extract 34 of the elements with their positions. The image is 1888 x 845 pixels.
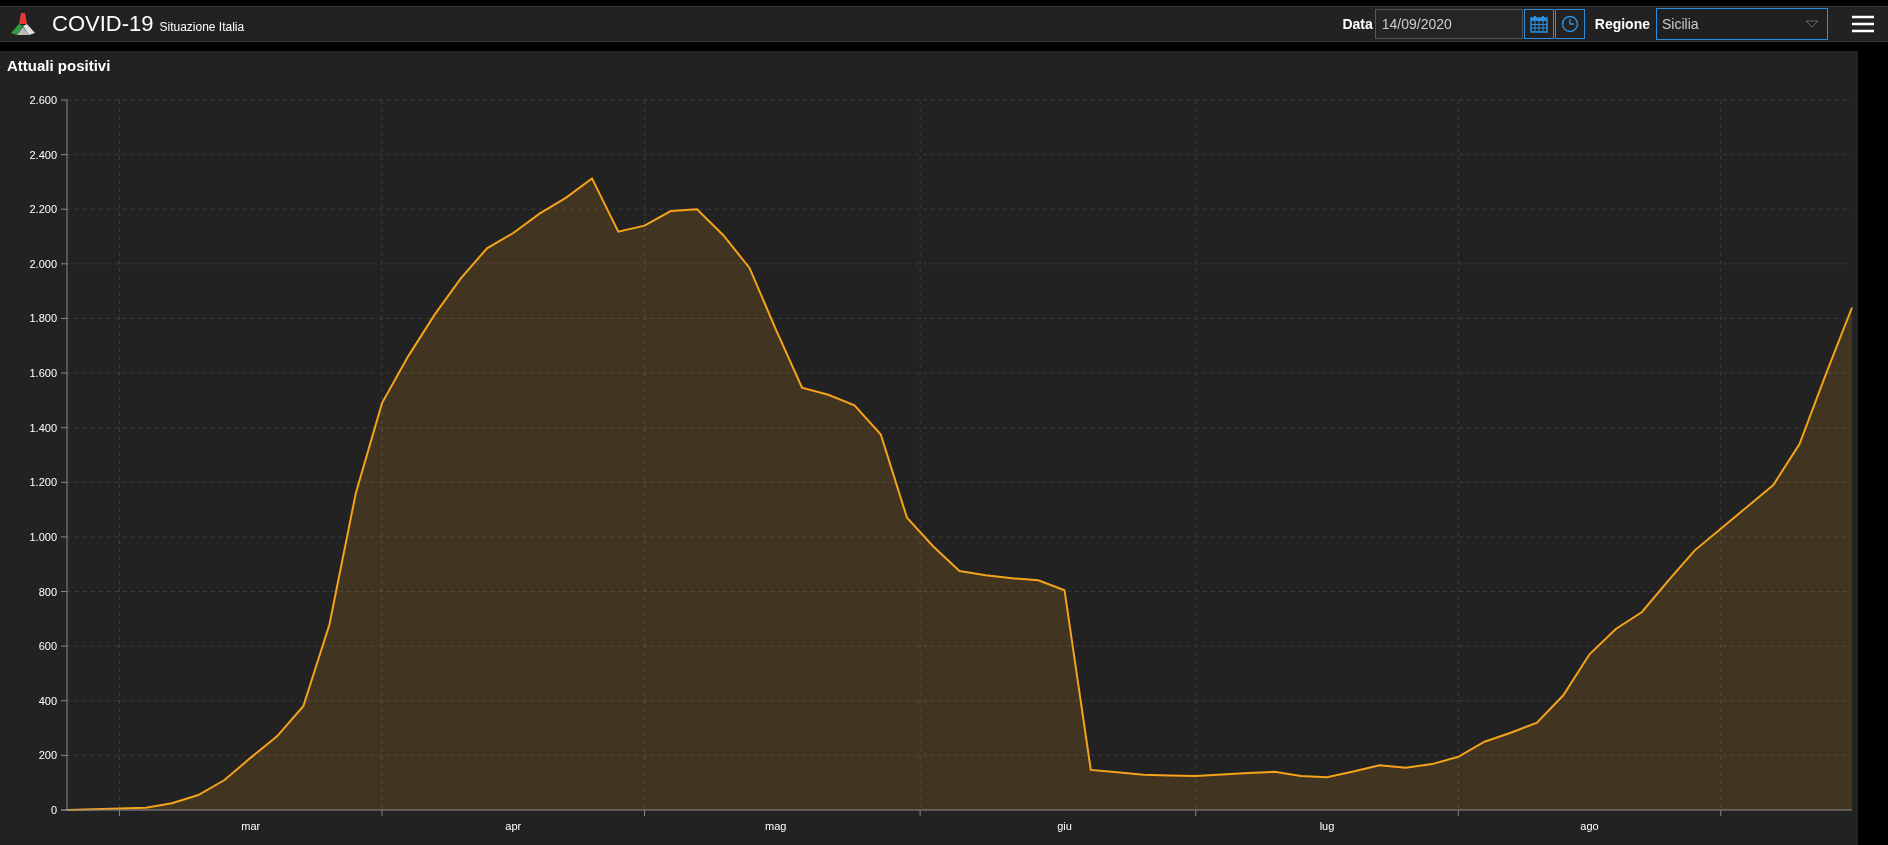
calendar-button[interactable] [1523, 9, 1554, 39]
y-tick-label: 1.000 [29, 530, 57, 543]
y-tick-label: 400 [38, 694, 57, 707]
date-label: Data [1342, 16, 1373, 32]
y-tick-label: 2.600 [29, 94, 57, 106]
y-tick-label: 600 [38, 640, 57, 653]
caret-icon [1805, 20, 1819, 28]
clock-icon [1560, 15, 1579, 33]
x-tick-label: apr [505, 820, 522, 832]
date-field[interactable]: 14/09/2020 [1374, 9, 1523, 39]
y-tick-label: 200 [38, 749, 57, 762]
time-button[interactable] [1554, 9, 1585, 39]
x-tick-label: lug [1319, 820, 1335, 832]
y-tick-label: 0 [50, 804, 57, 816]
x-tick-label: mar [241, 820, 261, 832]
y-tick-label: 2.400 [29, 148, 57, 161]
region-label: Regione [1594, 16, 1650, 32]
region-dropdown[interactable]: Sicilia [1656, 8, 1828, 40]
y-tick-label: 1.400 [29, 421, 57, 434]
app-subtitle: Situazione Italia [159, 20, 245, 34]
y-tick-label: 1.800 [29, 312, 57, 325]
x-tick-label: giu [1057, 820, 1072, 832]
y-tick-label: 2.200 [29, 203, 57, 216]
y-tick-label: 800 [38, 585, 57, 598]
app-title: COVID-19 [52, 11, 154, 37]
menu-icon[interactable] [1852, 15, 1874, 33]
calendar-icon [1529, 15, 1548, 33]
chart-title: Attuali positivi [6, 56, 112, 76]
y-tick-label: 1.600 [29, 367, 57, 380]
logo-icon [8, 11, 38, 37]
x-tick-label: mag [765, 820, 787, 832]
x-tick-label: ago [1580, 820, 1599, 832]
y-tick-label: 1.200 [29, 476, 57, 489]
y-tick-label: 2.000 [29, 257, 57, 270]
